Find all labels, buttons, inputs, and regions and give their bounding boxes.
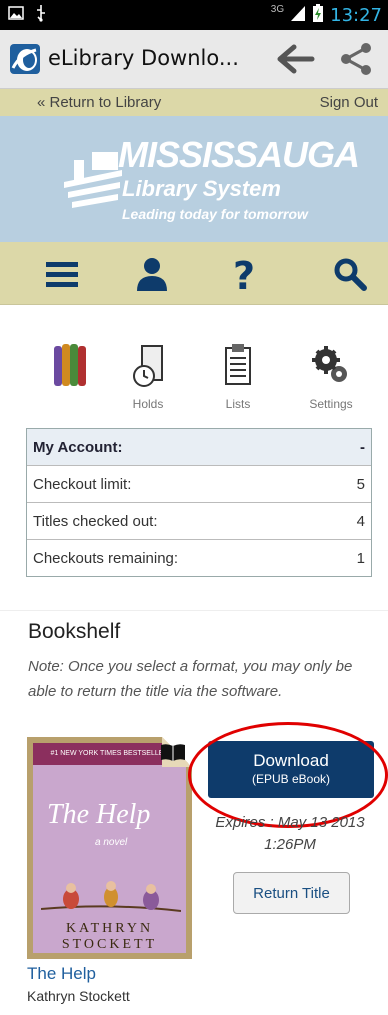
row-value: 5 xyxy=(356,475,365,493)
cover-author-first: KATHRYN xyxy=(65,921,154,936)
bookshelf-note: Note: Once you select a format, you may … xyxy=(28,658,353,700)
bookshelf-heading: Bookshelf xyxy=(28,620,121,643)
row-label: Checkouts remaining: xyxy=(33,549,179,567)
birds-illustration xyxy=(41,881,181,912)
network-type: 3G xyxy=(270,4,285,15)
back-arrow-icon[interactable] xyxy=(276,40,316,78)
gears-icon xyxy=(312,346,347,382)
usb-icon xyxy=(34,4,48,27)
cover-title: The Help xyxy=(47,799,151,830)
shortcut-label: Settings xyxy=(309,397,353,411)
help-question-icon[interactable]: ? xyxy=(220,252,268,296)
section-divider xyxy=(0,610,388,611)
logo-line-1: MISSISSAUGA xyxy=(118,134,360,175)
book-cover[interactable]: #1 NEW YORK TIMES BESTSELLER The Help a … xyxy=(27,737,192,959)
cover-author-last: STOCKETT xyxy=(61,937,158,952)
cover-author: KATHRYN STOCKETT xyxy=(33,921,186,953)
open-book-icon xyxy=(160,742,186,762)
status-bar: 3G 13:27 xyxy=(0,0,388,30)
clock-book-icon xyxy=(133,345,163,387)
logo-tagline: Leading today for tomorrow xyxy=(122,206,308,222)
clock: 13:27 xyxy=(330,5,382,26)
row-label: Titles checked out: xyxy=(33,512,158,530)
share-icon[interactable] xyxy=(336,40,376,78)
account-link-bar: « Return to Library Sign Out xyxy=(0,89,388,116)
books-icon xyxy=(54,344,86,386)
app-title: eLibrary Downlo... xyxy=(48,46,239,70)
account-summary-table: My Account: - Checkout limit: 5 Titles c… xyxy=(26,428,372,577)
return-title-button[interactable]: Return Title xyxy=(233,872,350,914)
expiry-text: Expires : May 13 2013 1:26PM xyxy=(215,814,365,853)
table-row: Checkouts remaining: 1 xyxy=(27,539,371,576)
app-icon[interactable] xyxy=(10,44,40,74)
shortcut-label: Holds xyxy=(132,397,164,411)
row-label: Checkout limit: xyxy=(33,475,132,493)
table-row: Titles checked out: 4 xyxy=(27,502,371,539)
shortcut-settings[interactable]: Settings xyxy=(296,340,366,411)
shortcut-holds[interactable]: Holds xyxy=(113,340,183,411)
account-person-icon[interactable] xyxy=(128,252,176,296)
shortcut-checkouts[interactable] xyxy=(36,340,106,395)
library-banner[interactable]: MISSISSAUGA Library System Leading today… xyxy=(0,116,388,242)
account-shortcuts: Holds Lists Settings xyxy=(0,340,388,420)
clipboard-icon xyxy=(225,344,251,385)
shortcut-label: Lists xyxy=(225,397,251,411)
nav-bar: ? xyxy=(0,242,388,305)
book-title-link[interactable]: The Help xyxy=(27,964,96,984)
account-header-toggle[interactable]: - xyxy=(360,439,365,456)
row-value: 1 xyxy=(356,549,365,567)
logo-line-2: Library System xyxy=(122,176,281,201)
action-bar: eLibrary Downlo... xyxy=(0,30,388,89)
battery-icon xyxy=(312,3,324,28)
library-building-icon xyxy=(64,152,122,208)
account-header-label: My Account: xyxy=(33,438,123,456)
signal-icon xyxy=(290,4,306,27)
sign-out-link[interactable]: Sign Out xyxy=(320,94,378,111)
search-icon[interactable] xyxy=(326,252,374,296)
book-author: Kathryn Stockett xyxy=(27,988,130,1004)
account-header-row[interactable]: My Account: - xyxy=(27,429,371,465)
menu-icon[interactable] xyxy=(38,252,86,296)
library-logo: MISSISSAUGA Library System Leading today… xyxy=(62,134,360,229)
svg-text:?: ? xyxy=(233,255,255,293)
return-to-library-link[interactable]: « Return to Library xyxy=(37,94,161,111)
image-icon xyxy=(8,5,24,26)
cover-subtitle: a novel xyxy=(95,837,128,848)
table-row: Checkout limit: 5 xyxy=(27,465,371,502)
row-value: 4 xyxy=(356,512,365,530)
shortcut-lists[interactable]: Lists xyxy=(203,340,273,411)
